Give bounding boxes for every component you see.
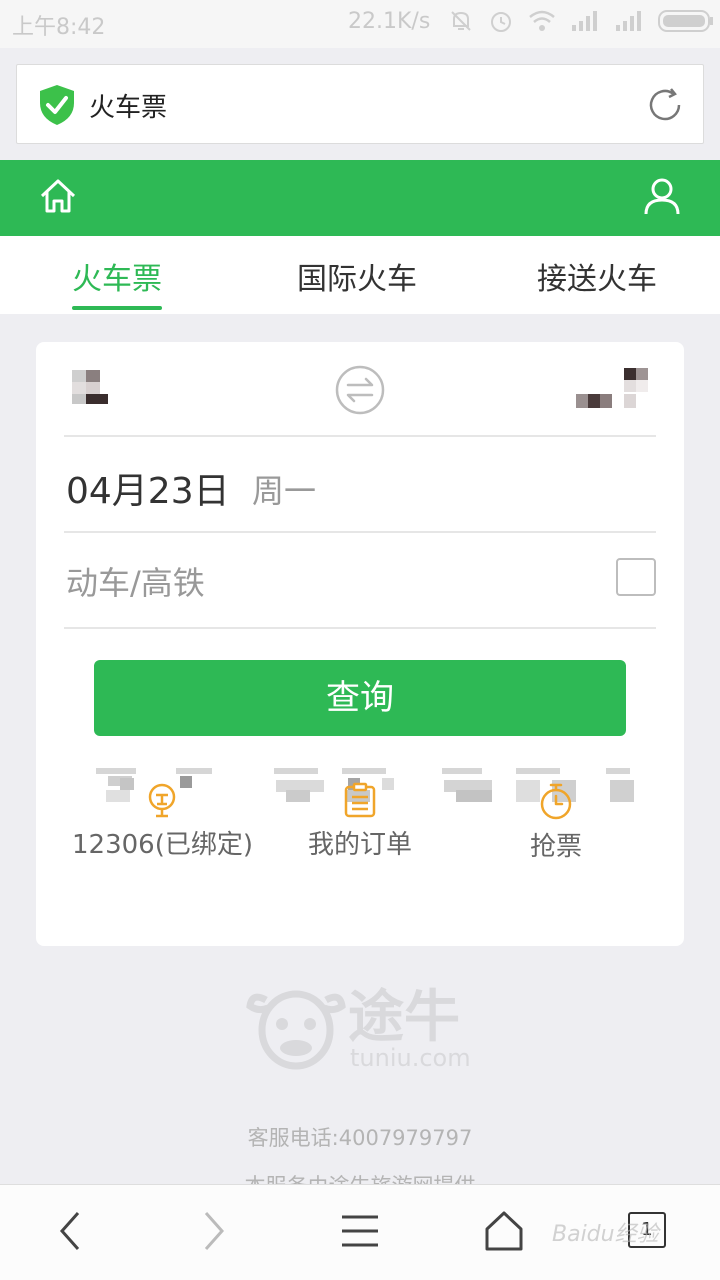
quick-link-12306[interactable]: 12306(已绑定)	[72, 782, 253, 861]
ticket-type-tabs: 火车票 国际火车 接送火车	[0, 236, 720, 314]
address-bar[interactable]: 火车票	[16, 64, 704, 144]
status-time: 上午8:42	[12, 15, 106, 40]
alarm-icon	[491, 12, 511, 32]
logo-cn: 途牛	[348, 985, 460, 1050]
quick-link-label: 12306(已绑定)	[72, 830, 253, 860]
stopwatch-icon	[540, 783, 572, 820]
home-icon[interactable]	[38, 176, 78, 216]
tuniu-logo: 途牛 tuniu.com	[246, 985, 471, 1072]
watermark: Baidu经验	[552, 1222, 659, 1247]
tab-international-train[interactable]: 国际火车	[297, 254, 417, 298]
service-provider: 本服务由途牛旅游网提供	[0, 1170, 720, 1184]
user-profile-icon[interactable]	[642, 176, 682, 216]
logo-en: tuniu.com	[350, 1044, 471, 1072]
forward-icon[interactable]	[198, 1209, 230, 1253]
signal-icon	[572, 11, 597, 31]
status-icons	[448, 8, 714, 34]
divider	[64, 435, 656, 437]
tab-train-ticket[interactable]: 火车票	[72, 254, 162, 310]
page-title: 火车票	[89, 93, 168, 123]
network-speed: 22.1K/s	[348, 9, 431, 34]
arrival-city[interactable]	[574, 366, 664, 410]
divider	[64, 627, 656, 629]
search-card: 04月23日 周一 动车/高铁 查询 12306(已绑定) 我的订单 抢票	[36, 342, 684, 946]
app-header	[0, 160, 720, 236]
query-button[interactable]: 查询	[94, 660, 626, 736]
swap-stations-icon[interactable]	[334, 364, 386, 416]
high-speed-filter-label: 动车/高铁	[66, 564, 205, 602]
departure-weekday: 周一	[252, 472, 317, 510]
divider	[64, 531, 656, 533]
departure-city[interactable]	[68, 370, 148, 410]
tab-transfer-train[interactable]: 接送火车	[537, 254, 657, 298]
quick-link-label: 我的订单	[307, 830, 412, 860]
quick-link-my-orders[interactable]: 我的订单	[270, 782, 450, 861]
signal-icon-2	[616, 11, 641, 31]
back-icon[interactable]	[54, 1209, 86, 1253]
departure-date[interactable]: 04月23日	[66, 462, 230, 514]
bound-account-icon	[148, 783, 176, 818]
order-clipboard-icon	[344, 782, 376, 818]
quick-link-grab-ticket[interactable]: 抢票	[466, 782, 646, 863]
status-bar: 上午8:42 22.1K/s	[0, 0, 720, 48]
service-phone[interactable]: 客服电话:4007979797	[0, 1122, 720, 1152]
home-icon[interactable]	[484, 1209, 524, 1253]
secure-shield-icon	[40, 85, 74, 125]
wifi-icon	[529, 10, 555, 31]
refresh-icon[interactable]	[645, 85, 685, 125]
battery-icon	[658, 10, 713, 32]
menu-icon[interactable]	[340, 1209, 380, 1253]
mute-bell-icon	[451, 11, 471, 31]
high-speed-checkbox[interactable]	[616, 558, 656, 596]
quick-link-label: 抢票	[529, 832, 582, 862]
